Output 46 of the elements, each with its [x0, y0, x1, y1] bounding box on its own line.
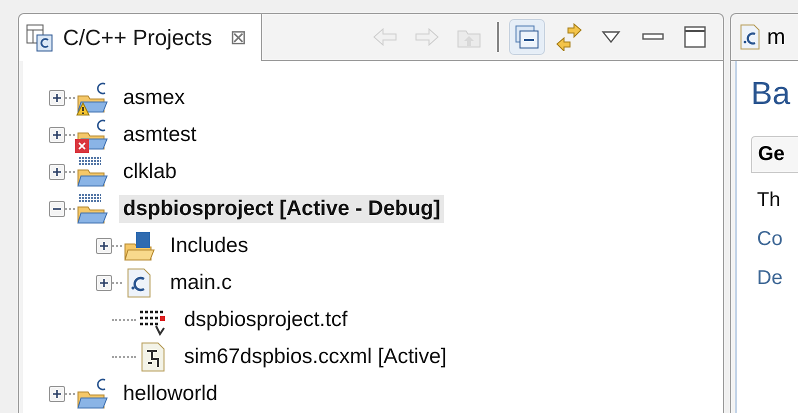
- tree-item[interactable]: asmtest: [119, 120, 201, 148]
- rtsc-project-folder-icon: [75, 156, 109, 188]
- text-line: Th: [756, 189, 782, 212]
- plus-icon: [52, 130, 62, 140]
- minimize-icon: [642, 32, 664, 42]
- tree-item[interactable]: dspbiosproject.tcf: [180, 306, 352, 334]
- section-tab[interactable]: Ge: [751, 136, 798, 173]
- tree-toggle[interactable]: [49, 126, 65, 142]
- page-heading: Ba: [751, 75, 792, 112]
- link-arrows-icon: [555, 23, 583, 51]
- view-title: C/C++ Projects: [63, 24, 212, 50]
- tree-toggle[interactable]: [49, 200, 65, 216]
- plus-icon: [99, 240, 109, 250]
- tree-item[interactable]: helloworld: [119, 380, 222, 408]
- plus-icon: [99, 278, 109, 288]
- close-button[interactable]: ⊠: [230, 25, 248, 50]
- rtsc-project-folder-icon: [75, 192, 109, 224]
- maximize-icon: [684, 26, 706, 48]
- link-label[interactable]: Co: [751, 228, 798, 251]
- plus-icon: [52, 388, 62, 398]
- tree-item[interactable]: Includes: [166, 232, 252, 260]
- c-project-folder-icon: [75, 378, 109, 410]
- forward-arrow-icon: [414, 27, 440, 47]
- collapse-all-icon: [514, 24, 540, 50]
- view-tab[interactable]: C/C++ Projects ⊠: [19, 14, 262, 61]
- plus-icon: [52, 92, 62, 102]
- tree-item[interactable]: dspbiosproject [Active - Debug]: [119, 194, 444, 222]
- tree-toggle[interactable]: [96, 274, 112, 290]
- dropdown-triangle-icon: [601, 30, 621, 44]
- back-arrow-icon: [372, 27, 398, 47]
- tree-toggle[interactable]: [49, 386, 65, 402]
- tree-toggle[interactable]: [49, 164, 65, 180]
- link-label[interactable]: De: [751, 267, 798, 290]
- includes-folder-icon: [122, 230, 156, 262]
- c-file-icon: [739, 23, 761, 51]
- editor-tab[interactable]: m: [767, 24, 786, 50]
- tree-item[interactable]: main.c: [166, 268, 236, 296]
- collapse-button[interactable]: [509, 19, 545, 55]
- tree-item[interactable]: sim67dspbios.ccxml [Active]: [180, 342, 451, 370]
- tree-item[interactable]: clklab: [119, 158, 181, 186]
- plus-icon: [52, 166, 62, 176]
- tree-toggle[interactable]: [49, 90, 65, 106]
- tree-item[interactable]: asmex: [119, 84, 189, 112]
- projects-view-icon: [25, 22, 55, 52]
- tree-toggle[interactable]: [96, 238, 112, 254]
- c-project-folder-icon: [75, 82, 109, 114]
